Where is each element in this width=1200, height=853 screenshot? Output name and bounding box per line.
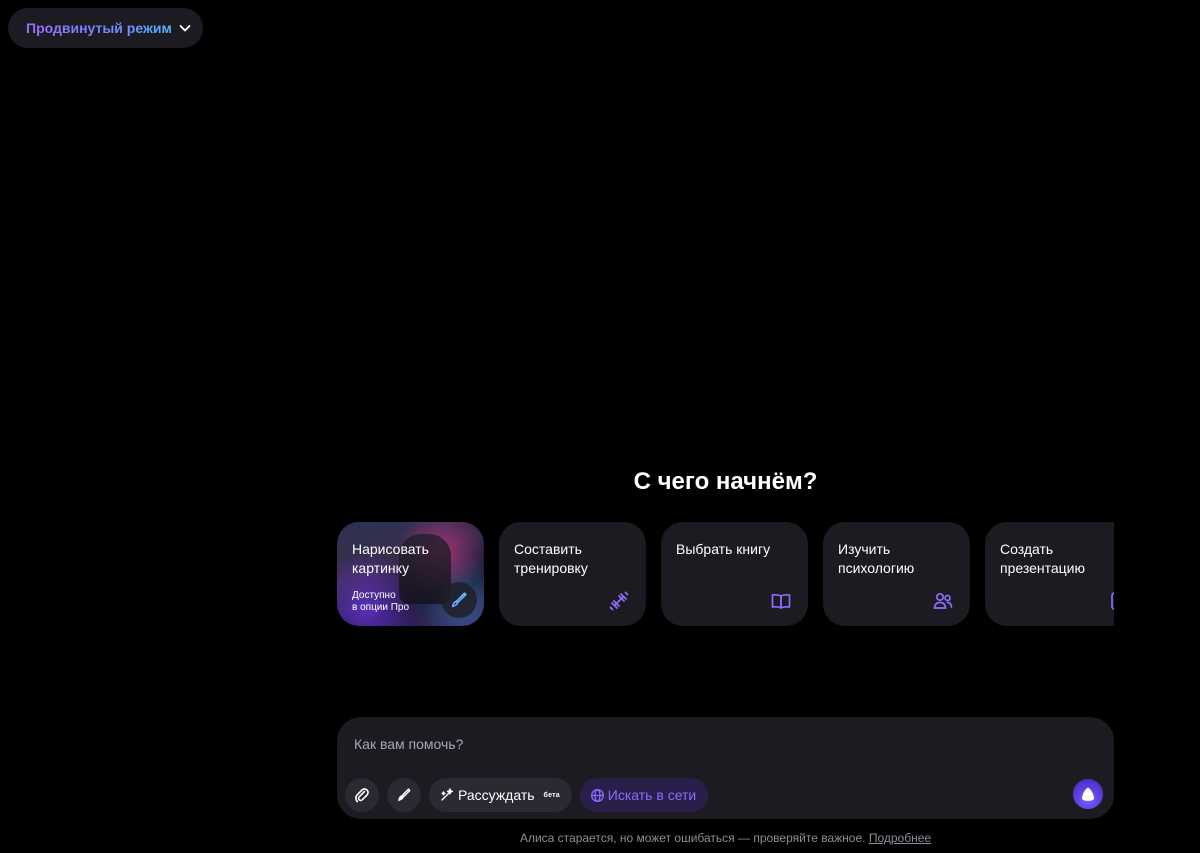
alice-logo-icon xyxy=(1079,785,1097,803)
chevron-down-icon xyxy=(178,21,192,35)
reason-label: Рассуждать xyxy=(458,787,535,803)
draw-button[interactable] xyxy=(387,778,421,812)
brush-icon xyxy=(441,582,477,618)
book-icon xyxy=(770,590,792,612)
beta-badge: бета xyxy=(543,791,560,799)
globe-icon xyxy=(590,788,605,803)
suggestion-card-psychology[interactable]: Изучить психологию xyxy=(823,522,970,626)
sparkle-icon xyxy=(439,787,455,803)
suggestion-card-label: Составить тренировку xyxy=(514,541,588,576)
mode-selector[interactable]: Продвинутый режим xyxy=(8,8,203,48)
page-title: С чего начнём? xyxy=(633,468,818,495)
disclaimer-text: Алиса старается, но может ошибаться — пр… xyxy=(519,831,866,845)
brush-icon xyxy=(396,787,412,803)
web-search-toggle[interactable]: Искать в сети xyxy=(579,778,709,812)
suggestion-card-label: Выбрать книгу xyxy=(676,541,771,557)
suggestion-card-label: Создать презентацию xyxy=(1000,541,1086,576)
more-info-link[interactable]: Подробнее xyxy=(869,831,931,845)
disclaimer: Алиса старается, но может ошибаться — пр… xyxy=(337,831,1114,845)
web-search-label: Искать в сети xyxy=(607,787,697,803)
input-toolbar: Рассуждать бета Искать в сети xyxy=(345,778,709,812)
suggestion-card-book[interactable]: Выбрать книгу xyxy=(661,522,808,626)
mode-selector-label: Продвинутый режим xyxy=(26,20,172,36)
suggestion-card-presentation[interactable]: Создать презентацию xyxy=(985,522,1114,626)
dumbbell-icon xyxy=(608,590,630,612)
pro-availability-note: Доступно в опции Про xyxy=(352,590,410,613)
prompt-input[interactable] xyxy=(352,733,1052,755)
alice-voice-button[interactable] xyxy=(1073,779,1103,809)
attach-button[interactable] xyxy=(345,778,379,812)
paperclip-icon xyxy=(354,787,370,803)
suggestions-carousel: Нарисовать картинку Доступно в опции Про… xyxy=(337,522,1114,626)
suggestion-card-label: Изучить психологию xyxy=(838,541,915,576)
suggestion-card-workout[interactable]: Составить тренировку xyxy=(499,522,646,626)
presentation-icon xyxy=(1108,590,1114,612)
suggestion-card-draw-picture[interactable]: Нарисовать картинку Доступно в опции Про xyxy=(337,522,484,626)
suggestion-card-label: Нарисовать картинку xyxy=(352,541,429,576)
chat-input-panel: Рассуждать бета Искать в сети xyxy=(337,717,1114,819)
people-icon xyxy=(932,590,954,612)
reason-toggle[interactable]: Рассуждать бета xyxy=(429,778,572,812)
